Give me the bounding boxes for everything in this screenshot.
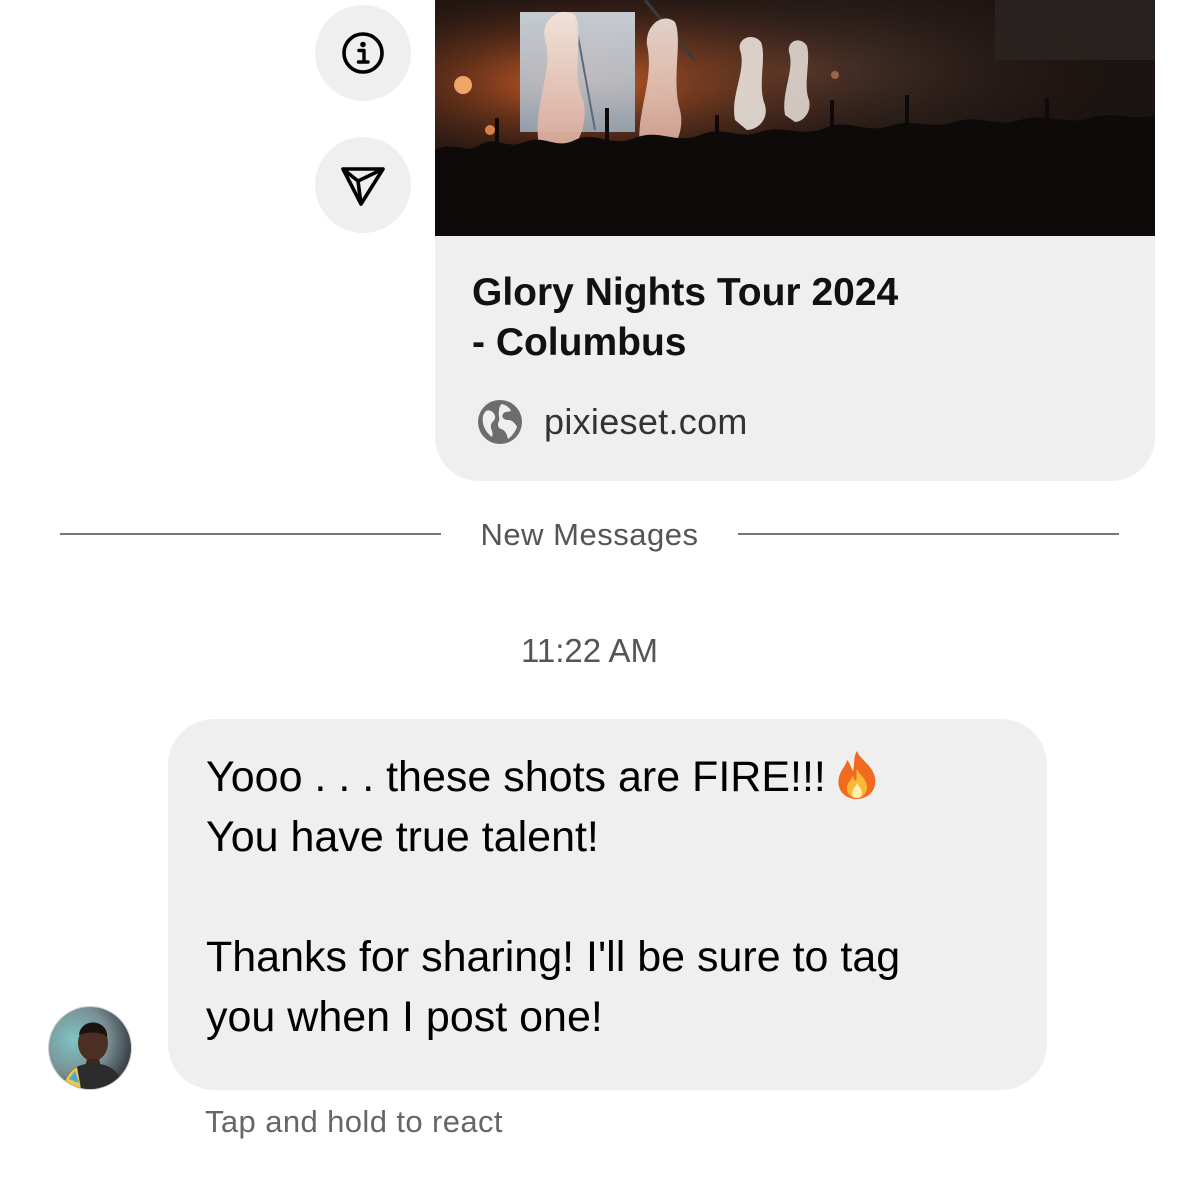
link-preview-title: Glory Nights Tour 2024 - Columbus: [472, 268, 1092, 368]
send-icon: [341, 167, 385, 206]
link-domain: pixieset.com: [544, 401, 748, 442]
new-messages-divider: New Messages: [480, 517, 699, 552]
message-line-1: Yooo . . . these shots are FIRE!!!: [206, 753, 826, 801]
link-title-line-1: Glory Nights Tour 2024: [472, 271, 899, 314]
link-domain-row: pixieset.com: [477, 397, 748, 447]
message-text: Yooo . . . these shots are FIRE!!! You h…: [206, 747, 1026, 1047]
link-preview-card[interactable]: Glory Nights Tour 2024 - Columbus pixies…: [435, 0, 1155, 481]
link-title-line-2: - Columbus: [472, 321, 687, 364]
avatar[interactable]: [49, 1007, 131, 1089]
divider-line-right: [738, 533, 1119, 535]
react-hint: Tap and hold to react: [205, 1104, 503, 1139]
fire-emoji-icon: [838, 751, 876, 799]
message-bubble[interactable]: Yooo . . . these shots are FIRE!!! You h…: [168, 719, 1047, 1090]
info-button[interactable]: [315, 5, 411, 101]
message-line-2: You have true talent!: [206, 813, 599, 861]
link-preview-image: [435, 0, 1155, 236]
message-line-4: you when I post one!: [206, 993, 603, 1041]
divider-line-left: [60, 533, 441, 535]
message-line-3: Thanks for sharing! I'll be sure to tag: [206, 933, 901, 981]
info-icon: [342, 32, 384, 74]
share-button[interactable]: [315, 137, 411, 233]
globe-icon: [478, 400, 522, 444]
message-timestamp: 11:22 AM: [521, 632, 658, 669]
